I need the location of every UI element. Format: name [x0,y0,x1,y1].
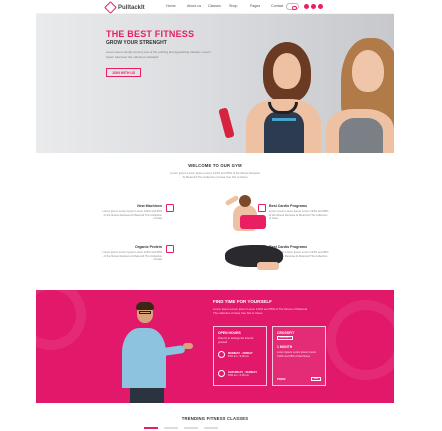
hero-photo-shape [273,53,301,89]
logo-icon [104,1,117,14]
fitness-woman-shape [240,215,266,229]
nav-item-home[interactable]: Home [166,4,187,8]
trending-title: TRENDING FITNESS CLASSES [181,416,249,421]
hours-row: SATURDAY - SUNDAY 8:00 am - 6:00 pm [218,370,257,377]
hero-banner [36,14,394,153]
crossfit-card: CROSSFIT CROSSFIT 1 MONTH Lorem Ipsum Lo… [272,326,326,386]
trainer-shape [136,302,154,310]
hero-photo-shape [352,50,384,92]
feature-cardio-1: Best Cardio Programs Lorem Ipsum Lorem I… [269,204,329,221]
fitness-woman-shape [224,194,240,207]
fitness-woman-shape [257,262,279,270]
trainer-shape [122,328,166,388]
hero-title: THE BEST FITNESS [106,29,195,39]
class-tab[interactable] [144,427,158,429]
class-tab[interactable] [204,427,218,429]
open-hours-card: OPEN HOURS Drop by or arrange the time f… [213,326,267,386]
nav-item-pages[interactable]: Pages [250,4,271,8]
join-button[interactable]: JOIN WITH US [106,68,141,77]
hours-time: 8:00 am - 9:00 pm [228,355,250,358]
promo-section: FIND TIME FOR YOURSELF Lorem Ipsum Lorem… [36,290,394,403]
hero-text: Lorem ipsum simply dummy text of the pri… [106,50,211,59]
feature-title: Organic Protein [135,245,162,249]
feature-organic-protein: Organic Protein Lorem Ipsum Lorem Ipsum … [102,245,162,262]
feature-text: Lorem Ipsum Lorem Ipsum Lorem 123% and 9… [269,210,329,221]
feature-title: New Machines [137,204,162,208]
open-hours-text: Drop by or arrange the time for yourself [218,337,254,344]
background-decoration [326,300,394,380]
crossfit-title: CROSSFIT [277,331,295,335]
main-nav: Home About us Classes Shop Pages Contact [166,4,292,8]
twitter-icon[interactable] [311,4,316,9]
class-title: 1 MONTH [277,345,293,349]
class-tab[interactable] [184,427,198,429]
price-button[interactable]: $99 [311,376,321,381]
trainer-shape [183,343,193,349]
class-tab[interactable] [164,427,178,429]
facebook-icon[interactable] [304,4,309,9]
feature-text: Lorem Ipsum Lorem Ipsum Lorem 123% and 9… [102,251,162,262]
site-header: PulltackIt Home About us Classes Shop Pa… [36,0,394,14]
background-decoration [36,290,86,350]
clock-icon [218,370,225,377]
feature-title: Best Cardio Programs [269,204,307,208]
fitness-woman-shape [239,195,251,207]
price-label: PRICE [277,376,286,381]
search-icon[interactable] [286,3,299,10]
crossfit-tag[interactable]: CROSSFIT [277,336,293,340]
nav-item-shop[interactable]: Shop [229,4,250,8]
class-text: Lorem Ipsum Lorem Ipsum Lorem 123% and 9… [277,351,317,358]
feature-new-machines: New Machines Lorem Ipsum Lorem Ipsum Lor… [102,204,162,221]
page: PulltackIt Home About us Classes Shop Pa… [36,0,394,431]
price-row: PRICE $99 [277,376,321,381]
welcome-title: WELCOME TO OUR GYM [188,163,242,168]
instagram-icon[interactable] [318,4,323,9]
hours-time: 8:00 am - 6:00 pm [228,374,250,377]
nav-item-classes[interactable]: Classes [208,4,229,8]
clock-icon [218,351,225,358]
class-tabs [144,427,218,429]
hero-photo-shape [264,112,304,153]
promo-text: Lorem Ipsum Lorem Ipsum Lorem 123% and 9… [213,307,308,315]
glasses-icon [139,311,151,314]
feature-text: Lorem Ipsum Lorem Ipsum Lorem 123% and 9… [102,210,162,221]
welcome-text: Lorem Ipsum Lorem Ipsum Lorem 123% and 9… [170,171,260,179]
heart-rate-icon [258,204,266,212]
hero-subtitle: GROW YOUR STRENGHT [106,40,167,46]
brand-name: PulltackIt [118,4,145,11]
dumbbell-icon [166,204,174,212]
logo[interactable]: PulltackIt [104,1,145,14]
nav-item-about[interactable]: About us [187,4,208,8]
hero-photo-shape [339,118,383,153]
hours-row: MONDAY - FRIDAY 8:00 am - 9:00 pm [218,351,253,358]
water-bottle-icon [218,107,235,139]
promo-title: FIND TIME FOR YOURSELF [213,299,272,304]
trainer-image [130,386,164,403]
open-hours-title: OPEN HOURS [218,331,241,335]
protein-icon [166,245,174,253]
